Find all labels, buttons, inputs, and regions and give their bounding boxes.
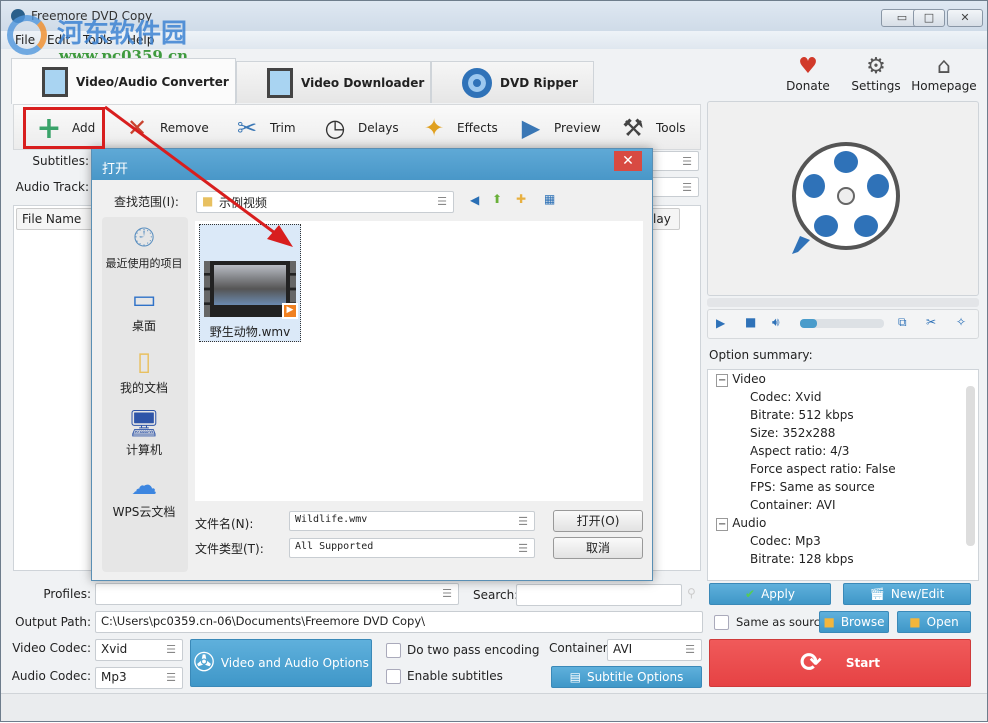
annotation-arrow	[104, 105, 293, 247]
app-window: Freemore DVD Copy ▭ □ ✕ File Edit Tools …	[0, 0, 988, 722]
